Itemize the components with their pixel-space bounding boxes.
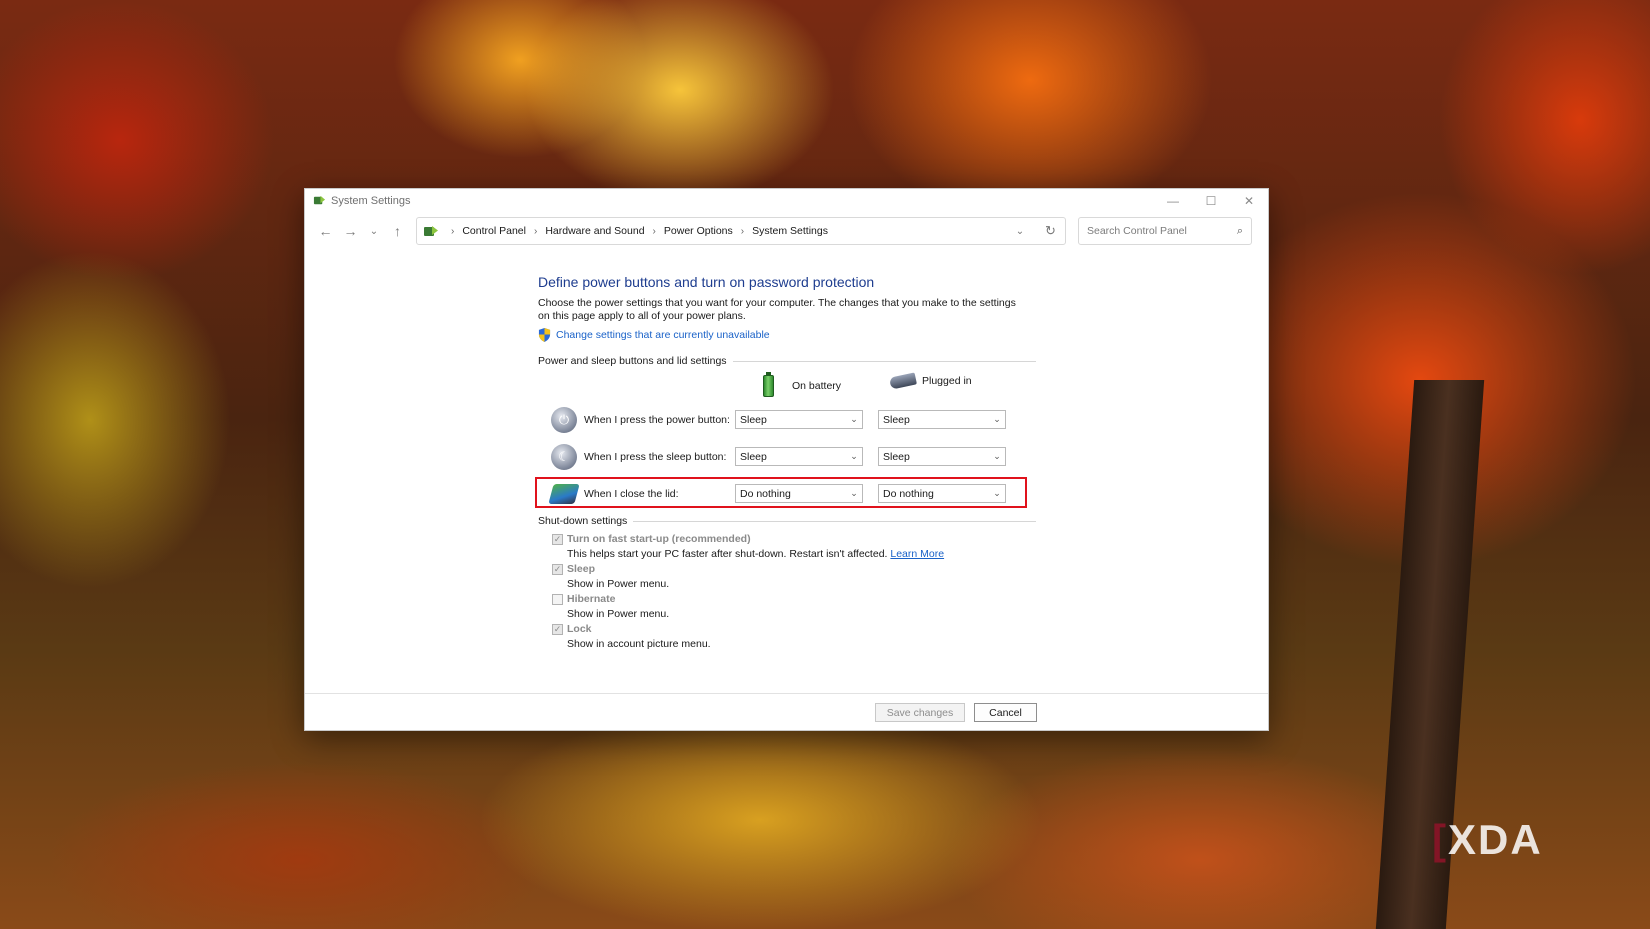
sleep-option-description: Show in Power menu. <box>567 578 670 590</box>
lid-close-plugged-select[interactable]: Do nothing ⌄ <box>878 484 1006 503</box>
window-controls: — ☐ ✕ <box>1154 189 1268 212</box>
fast-startup-checkbox[interactable]: ✓ <box>552 533 563 545</box>
power-button-row: ⏻ When I press the power button: Sleep ⌄… <box>538 401 1038 438</box>
group-divider <box>732 360 1036 362</box>
plugged-in-header: Plugged in <box>889 372 972 390</box>
sleep-button-battery-select[interactable]: Sleep ⌄ <box>735 447 863 466</box>
select-value: Do nothing <box>883 487 934 500</box>
plugged-in-label: Plugged in <box>922 375 972 387</box>
breadcrumb-control-panel[interactable]: Control Panel <box>462 225 526 237</box>
chevron-right-icon[interactable]: › <box>534 226 537 237</box>
sleep-option: ✓ Sleep Show in Power menu. <box>552 561 1038 591</box>
lock-option: ✓ Lock Show in account picture menu. <box>552 621 1038 651</box>
refresh-button[interactable]: ↻ <box>1035 223 1065 239</box>
power-options-app-icon <box>313 195 326 205</box>
select-value: Do nothing <box>740 487 791 500</box>
chevron-right-icon[interactable]: › <box>653 226 656 237</box>
fast-startup-description: This helps start your PC faster after sh… <box>567 547 1038 561</box>
lock-option-title: Lock <box>567 623 592 635</box>
select-value: Sleep <box>883 413 910 426</box>
navigation-bar: ← → ⌄ ↑ › Control Panel › Hardware and S… <box>305 212 1268 250</box>
chevron-down-icon: ⌄ <box>993 414 1001 424</box>
battery-icon <box>763 372 774 397</box>
power-buttons-group-title: Power and sleep buttons and lid settings <box>538 355 727 367</box>
breadcrumb-power-options[interactable]: Power Options <box>664 225 733 237</box>
page-title: Define power buttons and turn on passwor… <box>538 274 875 290</box>
power-plug-icon <box>889 372 917 390</box>
sleep-button-plugged-select[interactable]: Sleep ⌄ <box>878 447 1006 466</box>
group-divider <box>633 520 1036 522</box>
select-value: Sleep <box>883 450 910 463</box>
xda-logo-mark: [ <box>1432 816 1448 863</box>
fast-startup-title: Turn on fast start-up (recommended) <box>567 533 751 545</box>
lock-option-description: Show in account picture menu. <box>567 638 711 650</box>
forward-button[interactable]: → <box>338 219 363 244</box>
laptop-lid-icon <box>548 483 580 504</box>
control-panel-icon <box>424 226 438 236</box>
on-battery-header: On battery <box>763 372 842 397</box>
main-content: Define power buttons and turn on passwor… <box>535 273 1038 651</box>
chevron-down-icon: ⌄ <box>993 488 1001 498</box>
select-value: Sleep <box>740 413 767 426</box>
column-headers: On battery Plugged in <box>538 367 1038 401</box>
fast-startup-desc-text: This helps start your PC faster after sh… <box>567 548 888 560</box>
select-value: Sleep <box>740 450 767 463</box>
hibernate-option-description: Show in Power menu. <box>567 608 670 620</box>
learn-more-link[interactable]: Learn More <box>890 548 944 560</box>
sleep-button-row: ☾ When I press the sleep button: Sleep ⌄… <box>538 438 1038 475</box>
lock-checkbox[interactable]: ✓ <box>552 623 563 635</box>
page-description: Choose the power settings that you want … <box>538 297 1016 322</box>
chevron-down-icon: ⌄ <box>850 414 858 424</box>
uac-shield-icon <box>538 328 551 342</box>
hibernate-option-title: Hibernate <box>567 593 616 605</box>
moon-icon: ☾ <box>551 443 577 470</box>
search-box[interactable]: Search Control Panel ⌕ <box>1078 217 1252 245</box>
chevron-down-icon: ⌄ <box>993 451 1001 461</box>
lid-close-row: When I close the lid: Do nothing ⌄ Do no… <box>535 475 1038 512</box>
change-settings-link[interactable]: Change settings that are currently unava… <box>538 328 1038 342</box>
title-bar: System Settings — ☐ ✕ <box>305 189 1268 212</box>
search-input[interactable]: Search Control Panel <box>1087 225 1187 237</box>
system-settings-window: System Settings — ☐ ✕ ← → ⌄ ↑ › Control … <box>304 188 1269 731</box>
dialog-footer: Save changes Cancel <box>305 693 1268 730</box>
on-battery-label: On battery <box>792 380 842 392</box>
sleep-button-label: When I press the sleep button: <box>584 450 727 463</box>
chevron-down-icon: ⌄ <box>850 488 858 498</box>
power-button-plugged-select[interactable]: Sleep ⌄ <box>878 410 1006 429</box>
lid-close-label: When I close the lid: <box>584 487 679 500</box>
power-buttons-group-label: Power and sleep buttons and lid settings <box>538 355 1038 367</box>
up-button[interactable]: ↑ <box>385 219 410 244</box>
hibernate-checkbox[interactable] <box>552 593 563 605</box>
shutdown-group-title: Shut-down settings <box>538 515 628 527</box>
back-button[interactable]: ← <box>313 219 338 244</box>
xda-logo-text: XDA <box>1448 816 1543 863</box>
search-icon[interactable]: ⌕ <box>1237 225 1243 238</box>
breadcrumb-hardware-and-sound[interactable]: Hardware and Sound <box>545 225 644 237</box>
power-icon: ⏻ <box>551 406 577 433</box>
minimize-button[interactable]: — <box>1154 189 1192 212</box>
sleep-checkbox[interactable]: ✓ <box>552 563 563 575</box>
power-button-battery-select[interactable]: Sleep ⌄ <box>735 410 863 429</box>
window-title: System Settings <box>331 194 411 207</box>
recent-locations-button[interactable]: ⌄ <box>363 219 385 244</box>
sleep-option-title: Sleep <box>567 563 596 575</box>
lid-close-battery-select[interactable]: Do nothing ⌄ <box>735 484 863 503</box>
breadcrumb-system-settings[interactable]: System Settings <box>752 225 828 237</box>
shutdown-group-label: Shut-down settings <box>538 515 1038 527</box>
maximize-button[interactable]: ☐ <box>1192 189 1230 212</box>
chevron-right-icon: › <box>451 225 455 237</box>
fast-startup-option: ✓ Turn on fast start-up (recommended) Th… <box>552 531 1038 561</box>
chevron-right-icon[interactable]: › <box>741 226 744 237</box>
address-bar[interactable]: › Control Panel › Hardware and Sound › P… <box>416 217 1066 245</box>
address-dropdown-button[interactable]: ⌄ <box>1005 226 1035 237</box>
hibernate-option: Hibernate Show in Power menu. <box>552 591 1038 621</box>
chevron-down-icon: ⌄ <box>850 451 858 461</box>
change-settings-link-text[interactable]: Change settings that are currently unava… <box>556 329 770 341</box>
power-button-label: When I press the power button: <box>584 413 730 426</box>
cancel-button[interactable]: Cancel <box>974 703 1037 722</box>
save-changes-button[interactable]: Save changes <box>875 703 965 722</box>
xda-watermark: [XDA <box>1432 816 1543 864</box>
close-button[interactable]: ✕ <box>1230 189 1268 212</box>
